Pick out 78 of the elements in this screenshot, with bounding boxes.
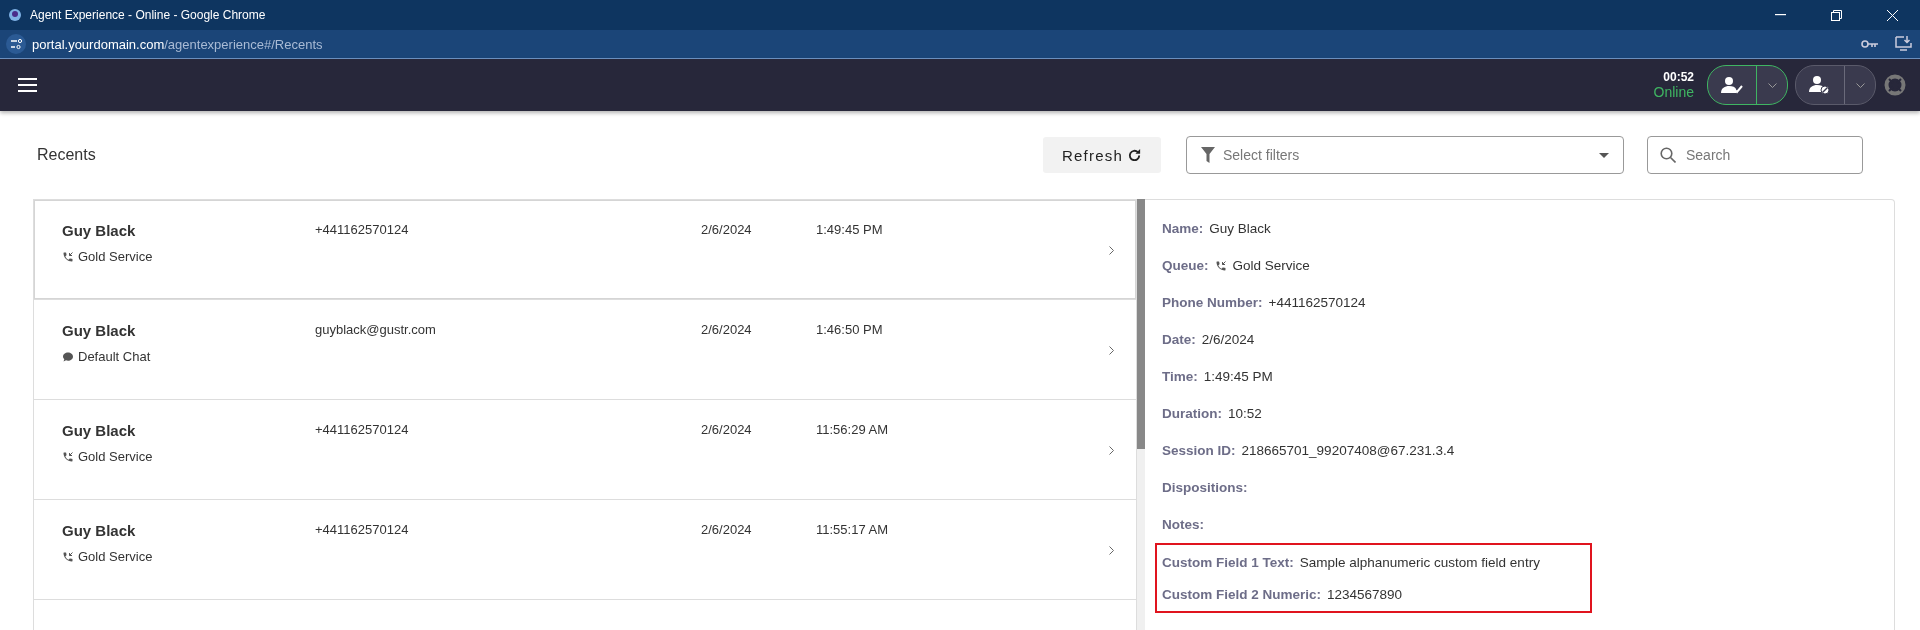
- phone-icon: [62, 450, 74, 463]
- contact-name: Guy Black: [62, 322, 137, 339]
- field-value: Gold Service: [1232, 258, 1310, 273]
- phone-icon: [62, 250, 74, 263]
- user-blocked-icon: [1809, 75, 1831, 95]
- contact-address: +441162570124: [315, 222, 410, 239]
- field-value: 1234567890: [1327, 586, 1403, 602]
- field-value: Guy Black: [1209, 221, 1271, 236]
- field-label: Session ID:: [1162, 443, 1236, 458]
- filter-dropdown[interactable]: Select filters: [1186, 136, 1624, 174]
- install-app-icon[interactable]: [1895, 36, 1912, 52]
- chat-icon: [62, 350, 74, 363]
- window-title: Agent Experience - Online - Google Chrome: [30, 8, 266, 22]
- restore-icon[interactable]: [1830, 9, 1842, 21]
- help-icon[interactable]: [1884, 74, 1906, 96]
- address-bar-url[interactable]: portal.yourdomain.com/agentexperience#/Recents: [32, 36, 323, 52]
- queue-name: Default Chat: [78, 349, 151, 364]
- field-value: 2/6/2024: [1201, 332, 1255, 347]
- contact-name: Guy Black: [62, 422, 137, 439]
- queue-name: Gold Service: [78, 449, 153, 464]
- contact-address: +441162570124: [315, 422, 410, 439]
- minimize-icon[interactable]: [1774, 14, 1786, 16]
- search-field[interactable]: Search: [1647, 136, 1863, 174]
- site-settings-icon[interactable]: [6, 34, 26, 54]
- time-text: 11:56:29 AM: [816, 422, 889, 439]
- app-logo-icon: [8, 8, 22, 22]
- contact-address: guyblack@gustr.com: [315, 322, 437, 339]
- session-timer: 00:52: [1663, 70, 1694, 84]
- date-text: 2/6/2024: [701, 322, 753, 339]
- page-title: Recents: [37, 146, 96, 164]
- queue-name: Gold Service: [78, 549, 153, 564]
- caret-down-icon: [1599, 152, 1609, 158]
- phone-icon: [62, 550, 74, 563]
- chevron-right-icon: [1109, 546, 1114, 555]
- scrollbar-thumb[interactable]: [1137, 199, 1145, 449]
- time-text: 11:55:17 AM: [816, 522, 889, 539]
- chevron-right-icon: [1109, 346, 1114, 355]
- date-text: 2/6/2024: [701, 422, 753, 439]
- field-label: Queue:: [1162, 258, 1209, 273]
- contact-name: Guy Black: [62, 222, 137, 239]
- phone-icon: [1214, 259, 1227, 272]
- field-value: +441162570124: [1268, 295, 1366, 310]
- chevron-right-icon: [1109, 246, 1114, 255]
- date-text: 2/6/2024: [701, 222, 753, 239]
- field-label: Duration:: [1162, 406, 1222, 421]
- key-icon[interactable]: [1861, 39, 1879, 49]
- time-text: 1:49:45 PM: [816, 222, 883, 239]
- field-label: Name:: [1162, 221, 1204, 236]
- chevron-down-icon: [1855, 82, 1865, 88]
- field-label: Custom Field 1 Text:: [1162, 554, 1294, 570]
- agent-status: Online: [1653, 84, 1694, 100]
- field-value: 218665701_99207408@67.231.3.4: [1241, 443, 1455, 458]
- field-value: 10:52: [1228, 406, 1262, 421]
- chevron-down-icon: [1767, 82, 1777, 88]
- recent-item[interactable]: Guy Black Gold Service +441162570124 2/6/2024 1:49:45 PM: [34, 200, 1136, 300]
- menu-icon[interactable]: [18, 78, 37, 92]
- queue-name: Gold Service: [78, 249, 153, 264]
- filter-icon: [1201, 147, 1215, 163]
- unavailable-button[interactable]: [1795, 65, 1876, 105]
- refresh-icon: [1126, 147, 1142, 163]
- time-text: 1:46:50 PM: [816, 322, 883, 339]
- field-label: Phone Number:: [1162, 295, 1263, 310]
- available-button[interactable]: [1707, 65, 1788, 105]
- date-text: 2/6/2024: [701, 522, 753, 539]
- field-label: Date:: [1162, 332, 1196, 347]
- field-label: Dispositions:: [1162, 480, 1248, 495]
- user-check-icon: [1721, 76, 1743, 94]
- field-label: Notes:: [1162, 517, 1204, 532]
- chevron-right-icon: [1109, 446, 1114, 455]
- field-label: Custom Field 2 Numeric:: [1162, 586, 1322, 602]
- contact-address: +441162570124: [315, 522, 410, 539]
- refresh-button[interactable]: Refresh: [1043, 137, 1161, 173]
- search-icon: [1660, 147, 1676, 163]
- field-label: Time:: [1162, 369, 1198, 384]
- field-value: 1:49:45 PM: [1203, 369, 1273, 384]
- close-icon[interactable]: [1886, 9, 1898, 21]
- contact-name: Guy Black: [62, 522, 137, 539]
- field-value: Sample alphanumeric custom field entry: [1299, 554, 1540, 570]
